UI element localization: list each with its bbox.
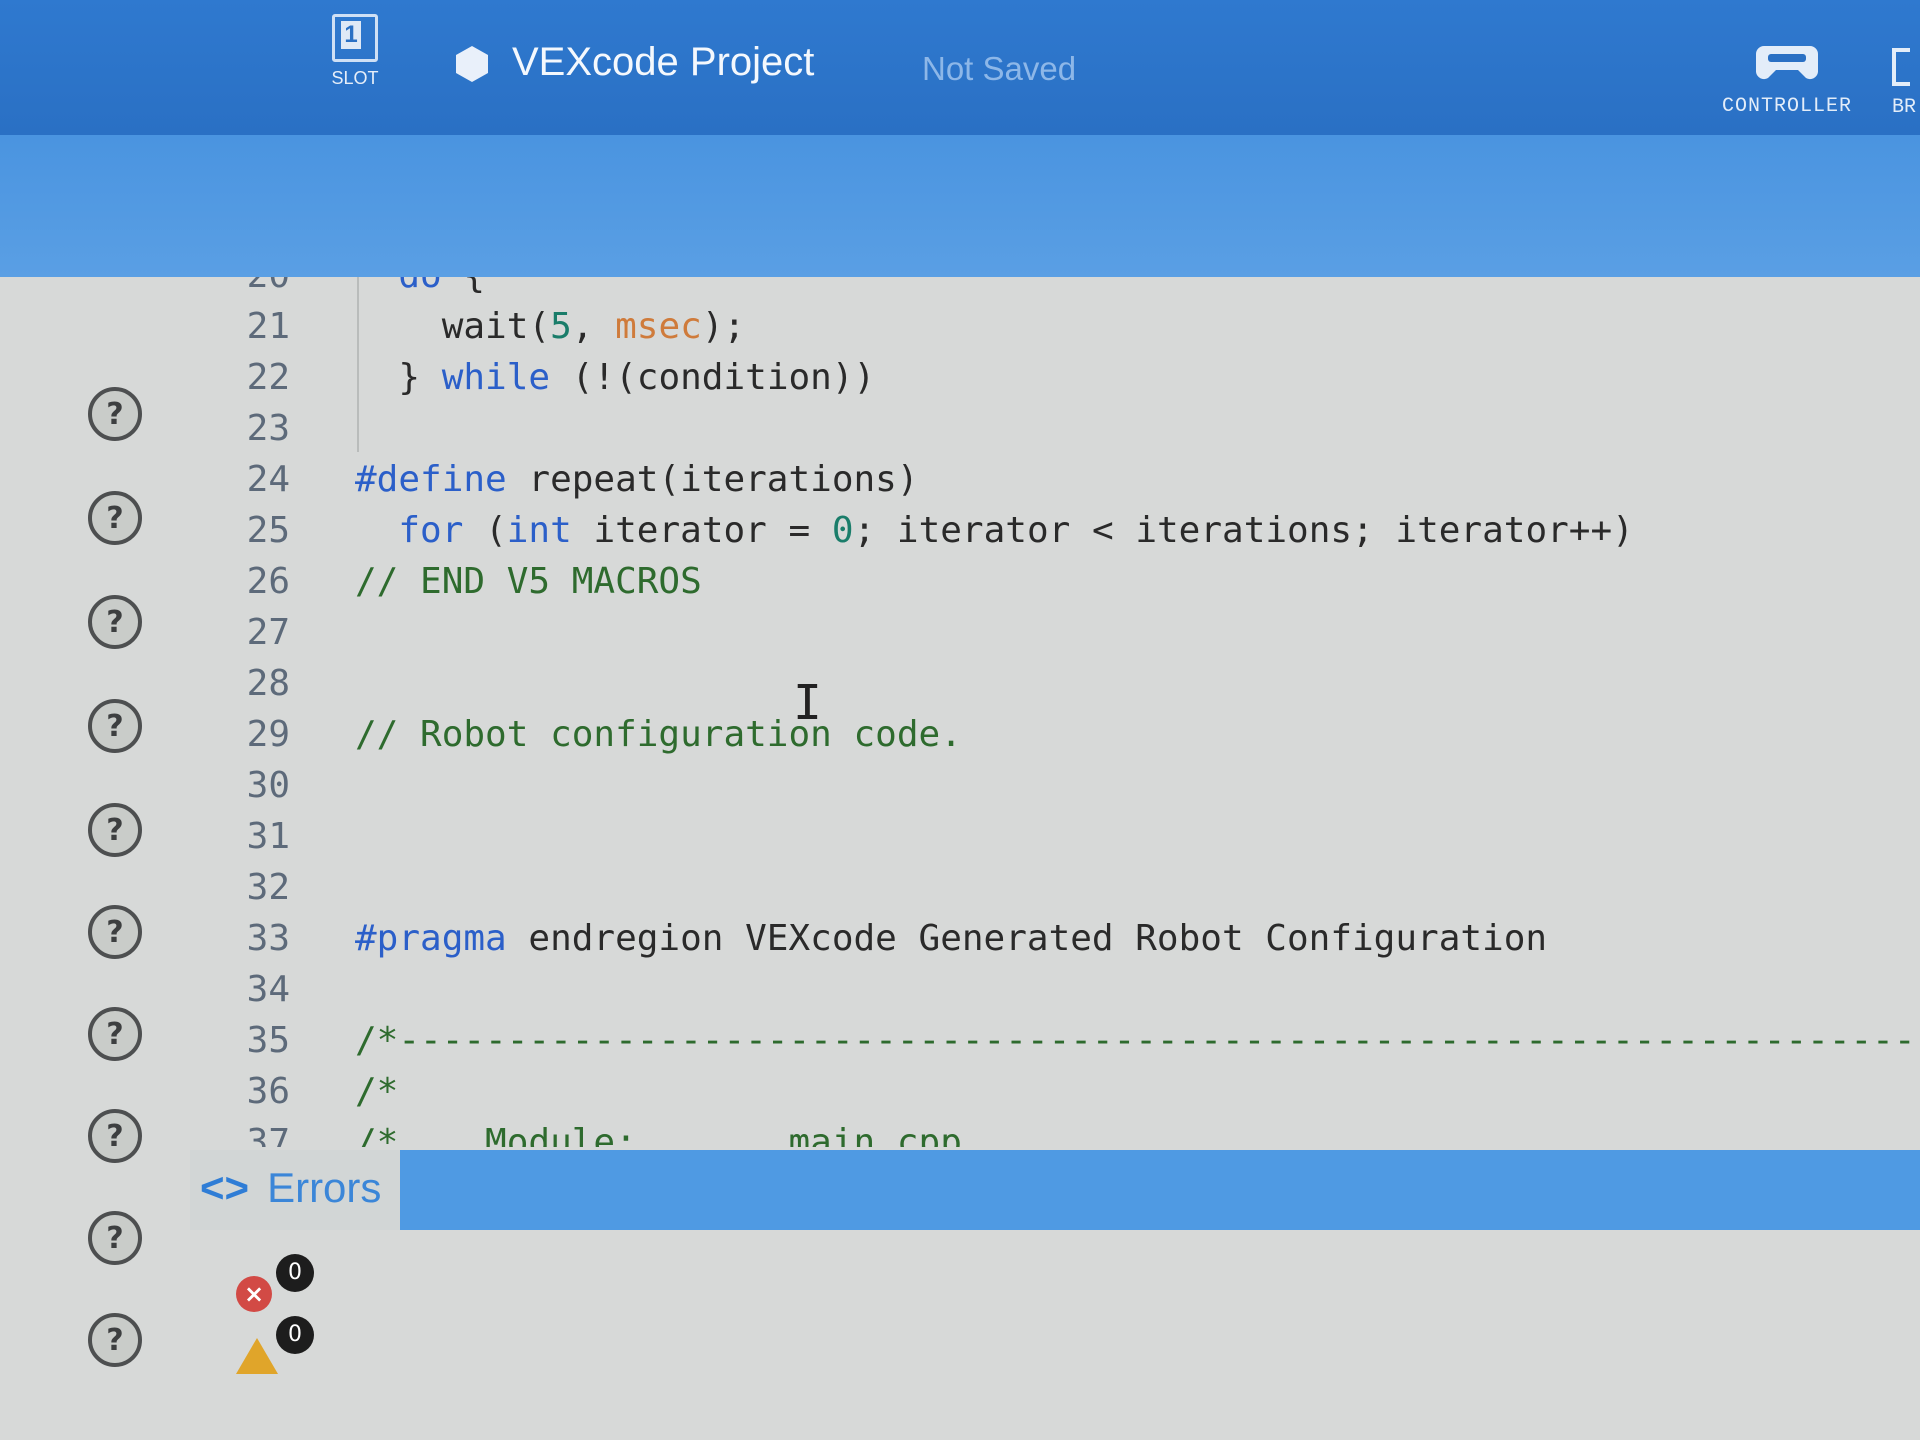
brain-button[interactable]: BR [1892, 48, 1920, 119]
code-line[interactable]: 30 [190, 765, 1920, 815]
code-brackets-icon: <> [200, 1164, 250, 1211]
help-icon[interactable]: ? [88, 491, 142, 545]
code-line[interactable]: 28 [190, 663, 1920, 713]
slot-selector[interactable]: 1 SLOT [322, 14, 388, 89]
top-bar: 1 SLOT VEXcode Project Not Saved CONTROL… [0, 0, 1920, 135]
line-number: 23 [246, 408, 290, 449]
code-text[interactable]: /* Module: main.cpp [355, 1122, 962, 1147]
code-line[interactable]: 31 [190, 816, 1920, 866]
code-text[interactable]: #define repeat(iterations) [355, 459, 919, 500]
help-icon[interactable]: ? [88, 905, 142, 959]
code-line[interactable]: 26 // END V5 MACROS [190, 561, 1920, 611]
code-line[interactable]: 37 /* Module: main.cpp [190, 1122, 1920, 1147]
warning-icon [236, 1338, 278, 1374]
code-text[interactable]: for (int iterator = 0; iterator < iterat… [355, 510, 1633, 551]
line-number: 20 [230, 277, 290, 296]
slot-icon: 1 [332, 14, 378, 62]
save-status: Not Saved [922, 50, 1077, 87]
project-title[interactable]: VEXcode Project [512, 40, 814, 85]
code-text[interactable]: // Robot configuration code. [355, 714, 962, 755]
errors-panel-header [400, 1150, 1920, 1230]
help-icon[interactable]: ? [88, 1211, 142, 1265]
code-line[interactable]: 32 [190, 867, 1920, 917]
line-number: 26 [246, 561, 290, 602]
code-line[interactable]: 23 [190, 408, 1920, 458]
help-rail: ? ? ? ? ? ? ? ? ? ? [0, 277, 190, 1440]
code-line[interactable]: 25 for (int iterator = 0; iterator < ite… [190, 510, 1920, 560]
line-number: 30 [246, 765, 290, 806]
line-number: 32 [246, 867, 290, 908]
line-number: 22 [246, 357, 290, 398]
code-line[interactable]: 27 [190, 612, 1920, 662]
code-line[interactable]: 35 /*------------------------------------… [190, 1020, 1920, 1070]
errors-tab[interactable]: <> Errors [200, 1164, 381, 1212]
gamepad-icon [1756, 46, 1819, 80]
code-line[interactable]: 36 /* [190, 1071, 1920, 1121]
slot-number: 1 [341, 21, 361, 49]
error-counter[interactable]: × 0 [236, 1254, 314, 1312]
line-number: 31 [246, 816, 290, 857]
help-icon[interactable]: ? [88, 699, 142, 753]
code-line[interactable]: 20 do { [190, 277, 1920, 305]
help-icon[interactable]: ? [88, 1109, 142, 1163]
code-line[interactable]: 33 #pragma endregion VEXcode Generated Ro… [190, 918, 1920, 968]
code-text[interactable]: wait(5, msec); [355, 306, 746, 347]
line-number: 25 [246, 510, 290, 551]
code-line[interactable]: 22 } while (!(condition)) [190, 357, 1920, 407]
line-number: 35 [246, 1020, 290, 1061]
help-icon[interactable]: ? [88, 595, 142, 649]
line-number: 27 [246, 612, 290, 653]
text-cursor-icon: I [793, 675, 822, 731]
line-number: 28 [246, 663, 290, 704]
error-icon: × [236, 1276, 272, 1312]
indent-guide [357, 277, 359, 452]
warning-counter[interactable]: 0 [236, 1316, 314, 1374]
line-number: 21 [246, 306, 290, 347]
code-line[interactable]: 29 // Robot configuration code. [190, 714, 1920, 764]
project-hex-icon [456, 46, 488, 82]
help-icon[interactable]: ? [88, 1007, 142, 1061]
line-number: 36 [246, 1071, 290, 1112]
code-editor[interactable]: 20 do {21 wait(5, msec);22 } while (!(co… [190, 277, 1920, 1147]
help-icon[interactable]: ? [88, 387, 142, 441]
code-text[interactable]: #pragma endregion VEXcode Generated Robo… [355, 918, 1547, 959]
code-text[interactable]: // END V5 MACROS [355, 561, 702, 602]
line-number: 37 [246, 1122, 290, 1147]
code-line[interactable]: 24 #define repeat(iterations) [190, 459, 1920, 509]
help-icon[interactable]: ? [88, 1313, 142, 1367]
brain-icon [1892, 48, 1910, 86]
errors-tab-label: Errors [267, 1164, 382, 1211]
toolbar-band [0, 135, 1920, 277]
line-number: 24 [246, 459, 290, 500]
code-text[interactable]: } while (!(condition)) [355, 357, 875, 398]
controller-button[interactable]: CONTROLLER [1722, 40, 1852, 118]
help-icon[interactable]: ? [88, 803, 142, 857]
code-line[interactable]: 21 wait(5, msec); [190, 306, 1920, 356]
slot-label: SLOT [331, 68, 379, 88]
code-text[interactable]: /* [355, 1071, 398, 1112]
controller-label: CONTROLLER [1722, 95, 1853, 118]
error-count-badge: 0 [276, 1254, 314, 1292]
code-line[interactable]: 34 [190, 969, 1920, 1019]
code-text[interactable]: /*--------------------------------------… [355, 1020, 1920, 1061]
line-number: 29 [246, 714, 290, 755]
line-number: 34 [246, 969, 290, 1010]
warning-count-badge: 0 [276, 1316, 314, 1354]
brain-label: BR [1892, 96, 1917, 119]
code-text[interactable]: do { [355, 277, 485, 296]
line-number: 33 [246, 918, 290, 959]
